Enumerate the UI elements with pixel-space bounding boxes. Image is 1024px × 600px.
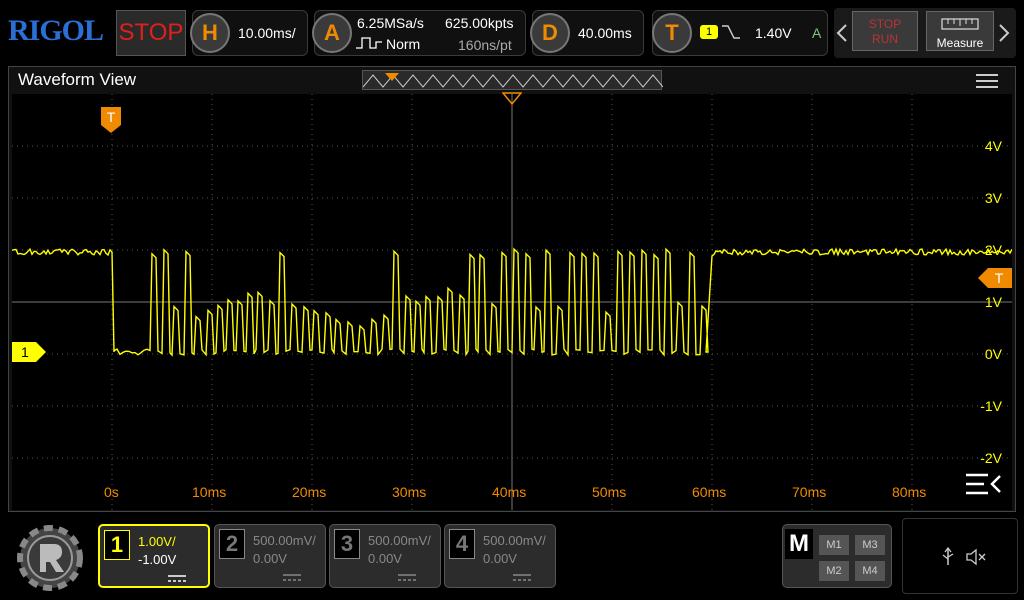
run-stop-status[interactable]: STOP bbox=[116, 10, 186, 56]
x-label-50ms: 50ms bbox=[592, 484, 626, 500]
graticule bbox=[12, 94, 1012, 510]
dc-coupling-icon bbox=[398, 573, 416, 583]
y-label-0v: 0V bbox=[985, 346, 1002, 362]
delay-value: 40.00ms bbox=[578, 25, 632, 41]
x-label-80ms: 80ms bbox=[892, 484, 926, 500]
status-panel bbox=[902, 518, 1018, 594]
trigger-level-marker[interactable]: T bbox=[978, 268, 1012, 288]
y-label-4v: 4V bbox=[985, 138, 1002, 154]
run-stop-button[interactable]: STOP RUN bbox=[852, 11, 918, 51]
math-m1-button[interactable]: M1 bbox=[819, 535, 849, 555]
measure-button[interactable]: Measure bbox=[926, 11, 994, 51]
y-label-3v: 3V bbox=[985, 190, 1002, 206]
math-m4-button[interactable]: M4 bbox=[855, 561, 885, 581]
channel1-offset: -1.00V bbox=[138, 550, 176, 570]
channel3-offset: 0.00V bbox=[368, 549, 402, 569]
channel4-offset: 0.00V bbox=[483, 549, 517, 569]
memory-overview-waveform bbox=[363, 71, 663, 91]
memory-depth: 625.00kpts bbox=[445, 15, 514, 31]
acquire-icon[interactable]: A bbox=[312, 13, 352, 53]
ruler-icon bbox=[940, 15, 980, 33]
channel1-offset-marker[interactable]: 1 bbox=[12, 342, 46, 362]
usb-icon bbox=[941, 547, 955, 567]
pulse-icon bbox=[356, 36, 382, 50]
channel1-number: 1 bbox=[104, 530, 130, 560]
math-m3-button[interactable]: M3 bbox=[855, 535, 885, 555]
delay-icon[interactable]: D bbox=[530, 13, 570, 53]
stop-label: STOP bbox=[853, 17, 917, 32]
trigger-level-marker-label: T bbox=[978, 268, 1012, 288]
x-label-30ms: 30ms bbox=[392, 484, 426, 500]
waveform-view-title: Waveform View bbox=[18, 70, 136, 90]
channel1-panel[interactable]: 1 1.00V/ -1.00V bbox=[98, 524, 210, 588]
math-letter: M bbox=[785, 529, 813, 559]
trigger-mode: A bbox=[812, 25, 821, 41]
channel4-number: 4 bbox=[449, 529, 475, 559]
channel1-marker-label: 1 bbox=[12, 342, 46, 362]
horizontal-scale-value: 10.00ms/ bbox=[238, 25, 296, 41]
x-label-40ms: 40ms bbox=[492, 484, 526, 500]
channel4-panel[interactable]: 4 500.00mV/ 0.00V bbox=[444, 524, 556, 588]
channel4-scale: 500.00mV/ bbox=[483, 531, 546, 551]
x-label-70ms: 70ms bbox=[792, 484, 826, 500]
math-m2-button[interactable]: M2 bbox=[819, 561, 849, 581]
acquire-mode: Norm bbox=[386, 36, 420, 52]
falling-edge-icon bbox=[722, 24, 740, 40]
waveform-plot-area[interactable] bbox=[12, 94, 1012, 510]
channel3-number: 3 bbox=[334, 529, 360, 559]
channel1-scale: 1.00V/ bbox=[138, 532, 176, 552]
y-label-neg2v: -2V bbox=[980, 450, 1002, 466]
horizontal-icon[interactable]: H bbox=[190, 13, 230, 53]
dc-coupling-icon bbox=[513, 573, 531, 583]
trigger-position-marker-top[interactable] bbox=[502, 92, 522, 106]
speaker-muted-icon[interactable] bbox=[965, 547, 987, 567]
trigger-level: 1.40V bbox=[755, 25, 792, 41]
channel2-scale: 500.00mV/ bbox=[253, 531, 316, 551]
measure-label: Measure bbox=[927, 36, 993, 50]
channel3-scale: 500.00mV/ bbox=[368, 531, 431, 551]
channel2-panel[interactable]: 2 500.00mV/ 0.00V bbox=[214, 524, 326, 588]
time-resolution: 160ns/pt bbox=[458, 37, 512, 53]
trigger-source-badge: 1 bbox=[700, 25, 718, 39]
home-gear-icon[interactable] bbox=[10, 520, 90, 596]
y-label-1v: 1V bbox=[985, 294, 1002, 310]
y-label-neg1v: -1V bbox=[980, 398, 1002, 414]
sample-rate: 6.25MSa/s bbox=[357, 15, 424, 31]
dc-coupling-icon bbox=[168, 574, 186, 584]
math-panel[interactable]: M M1 M3 M2 M4 bbox=[782, 524, 892, 588]
x-label-0s: 0s bbox=[104, 484, 119, 500]
x-label-20ms: 20ms bbox=[292, 484, 326, 500]
memory-navigation-bar[interactable] bbox=[362, 70, 662, 90]
menu-icon[interactable] bbox=[976, 73, 998, 89]
scroll-left-icon[interactable] bbox=[836, 24, 848, 42]
channel2-number: 2 bbox=[219, 529, 245, 559]
dc-coupling-icon bbox=[283, 573, 301, 583]
channel3-panel[interactable]: 3 500.00mV/ 0.00V bbox=[329, 524, 441, 588]
trigger-marker-label: T bbox=[101, 107, 121, 127]
x-label-60ms: 60ms bbox=[692, 484, 726, 500]
run-label: RUN bbox=[853, 32, 917, 47]
trigger-icon[interactable]: T bbox=[652, 13, 692, 53]
y-label-2v: 2V bbox=[985, 242, 1002, 258]
trigger-marker-flag[interactable]: T bbox=[101, 107, 121, 133]
x-label-10ms: 10ms bbox=[192, 484, 226, 500]
scroll-right-icon[interactable] bbox=[998, 24, 1010, 42]
rigol-logo: RIGOL bbox=[8, 14, 103, 48]
channel2-offset: 0.00V bbox=[253, 549, 287, 569]
collapse-menu-icon[interactable] bbox=[964, 472, 1002, 496]
